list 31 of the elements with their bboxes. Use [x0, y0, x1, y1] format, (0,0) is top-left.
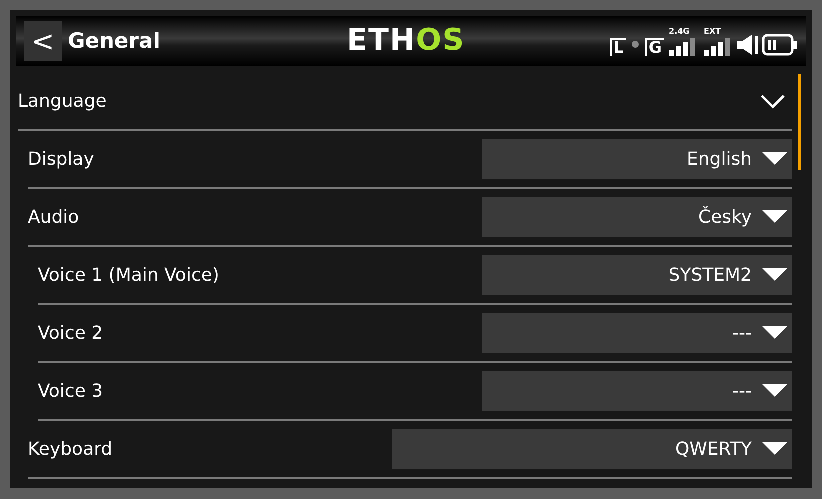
global-indicator: G — [644, 38, 664, 56]
battery-icon — [762, 34, 798, 56]
dropdown[interactable]: --- — [482, 371, 792, 411]
dropdown-arrow-icon — [762, 384, 788, 398]
dropdown[interactable]: --- — [482, 313, 792, 353]
dropdown-arrow-icon — [762, 442, 788, 456]
speaker-icon — [737, 34, 759, 56]
band-label: EXT — [704, 27, 722, 36]
dropdown[interactable]: English — [482, 139, 792, 179]
band-label: 2.4G — [669, 27, 690, 36]
section-header[interactable]: Language — [18, 74, 792, 131]
dropdown[interactable]: QWERTY — [392, 429, 792, 469]
setting-label: Display — [28, 148, 96, 170]
logo: ETHOS — [347, 24, 466, 58]
setting-label: Audio — [28, 206, 80, 228]
dropdown-arrow-icon — [762, 268, 788, 282]
setting-label: Voice 1 (Main Voice) — [38, 264, 220, 286]
scrollbar-thumb[interactable] — [798, 74, 801, 170]
back-button[interactable]: < — [24, 21, 62, 61]
chevron-icon — [760, 94, 786, 110]
local-indicator: L — [610, 38, 626, 56]
setting-label: Keyboard — [28, 438, 114, 460]
setting-label: Voice 3 — [38, 380, 104, 402]
dropdown-arrow-icon — [762, 152, 788, 166]
dot-icon — [632, 41, 639, 48]
dropdown[interactable]: SYSTEM2 — [482, 255, 792, 295]
dropdown-arrow-icon — [762, 326, 788, 340]
dropdown[interactable]: Česky — [482, 197, 792, 237]
screen-title: General — [68, 29, 160, 53]
setting-label: Voice 2 — [38, 322, 104, 344]
dropdown-arrow-icon — [762, 210, 788, 224]
